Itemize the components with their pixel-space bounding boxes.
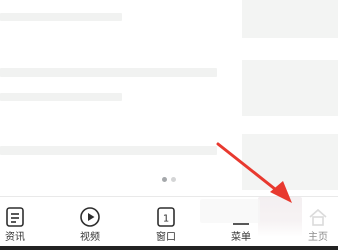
tab-video-label: 视频 xyxy=(80,232,100,243)
page-dot-active xyxy=(162,177,167,182)
blurred-overlay xyxy=(258,197,302,237)
home-icon xyxy=(309,208,327,226)
tab-news-label: 资讯 xyxy=(5,232,25,243)
tab-video[interactable]: 视频 xyxy=(62,197,118,247)
system-navigation-bar xyxy=(0,246,338,250)
article-thumbnail xyxy=(242,0,338,38)
news-feed xyxy=(0,0,338,195)
bottom-tab-bar: 资讯 视频 1 窗口 菜单 主页 xyxy=(0,196,338,247)
skeleton-line xyxy=(0,13,122,21)
skeleton-line xyxy=(0,146,217,155)
skeleton-line xyxy=(0,93,122,101)
page-dot xyxy=(171,177,176,182)
tab-window-label: 窗口 xyxy=(156,232,176,243)
article-thumbnail xyxy=(242,60,338,116)
tab-news[interactable]: 资讯 xyxy=(0,197,43,247)
tab-window[interactable]: 1 窗口 xyxy=(138,197,194,247)
news-icon xyxy=(6,207,24,227)
window-count: 1 xyxy=(163,214,169,225)
page-indicator xyxy=(0,177,338,185)
blurred-overlay xyxy=(200,199,260,223)
skeleton-line xyxy=(0,68,217,77)
play-icon xyxy=(80,207,100,227)
window-count-icon: 1 xyxy=(157,207,175,227)
